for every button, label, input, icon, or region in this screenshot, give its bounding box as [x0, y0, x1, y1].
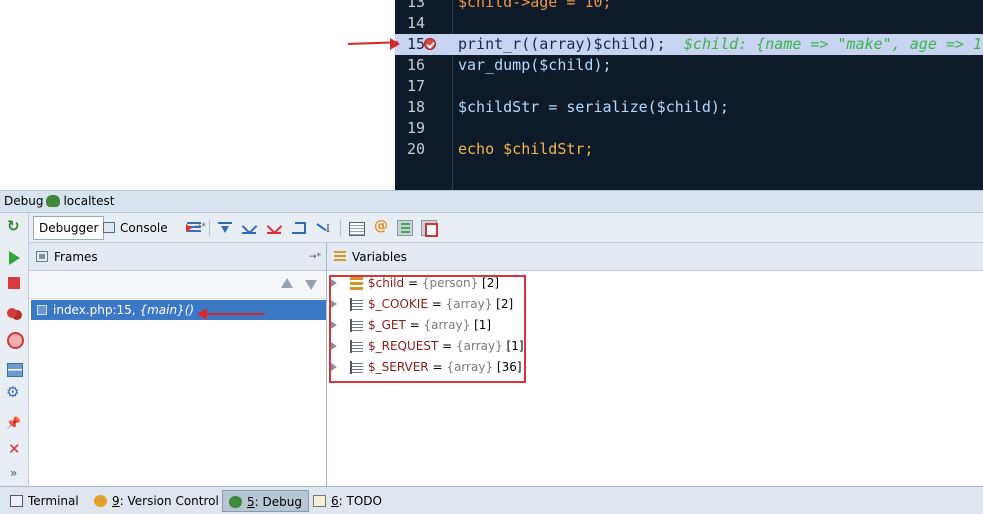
step-out-icon[interactable]	[291, 220, 307, 236]
code-text: echo $childStr;	[458, 140, 594, 158]
evaluate-expression-icon[interactable]	[348, 220, 365, 236]
run-to-cursor-icon[interactable]	[316, 220, 332, 236]
force-step-into-icon[interactable]	[266, 220, 282, 236]
pin-arrow-icon[interactable]: →*	[309, 243, 321, 271]
toolbar-separator	[209, 220, 210, 236]
ide-window: 13 $child->age = 10; 14 15 print_r((arra…	[0, 0, 983, 514]
watch-icon[interactable]	[373, 218, 389, 236]
settings-icon[interactable]	[6, 383, 23, 403]
code-text: var_dump($child);	[458, 56, 612, 74]
project-area	[0, 0, 395, 190]
rerun-icon[interactable]	[6, 217, 23, 236]
tab-mnemonic: 5	[247, 495, 255, 509]
annotation-arrow	[205, 313, 265, 315]
frame-location: index.php:15,	[53, 303, 136, 317]
tab-version-control-label: : Version Control	[119, 494, 219, 508]
view-breakpoints-icon[interactable]	[6, 305, 23, 322]
debugger-toolbar: Debugger Console →*	[29, 213, 983, 243]
pin-tab-icon[interactable]	[6, 416, 23, 435]
stop-icon[interactable]	[6, 275, 23, 292]
code-line-18[interactable]: 18 $childStr = serialize($child);	[395, 97, 983, 118]
code-line-19[interactable]: 19	[395, 118, 983, 139]
debug-bug-icon	[229, 496, 242, 508]
frames-title: Frames	[54, 250, 98, 264]
line-number: 17	[406, 77, 425, 95]
code-text: $childStr = serialize($child);	[458, 98, 729, 116]
code-text: print_r((array)$child);	[458, 35, 666, 53]
annotation-arrow-head	[390, 38, 400, 50]
variables-title: Variables	[352, 250, 407, 264]
todo-icon	[313, 495, 326, 507]
close-icon[interactable]	[6, 440, 23, 459]
frames-panel: Frames →* index.php:15, {main}()	[29, 243, 327, 486]
restore-layout-icon[interactable]	[6, 361, 23, 378]
line-number: 20	[406, 140, 425, 158]
variables-panel: Variables $child = {person} [2] $_COOKIE…	[327, 243, 983, 486]
variables-icon	[334, 251, 346, 262]
line-number: 19	[406, 119, 425, 137]
terminal-icon	[10, 495, 23, 507]
tool-window-bar: Terminal 9: Version Control 5: Debug 6: …	[0, 486, 983, 514]
debug-config-name: localtest	[63, 194, 115, 208]
frames-navigation-bar	[29, 271, 326, 299]
code-line-16[interactable]: 16 var_dump($child);	[395, 55, 983, 76]
toolbar-separator	[340, 220, 341, 236]
debug-title-label: Debug	[4, 194, 44, 208]
line-number: 14	[406, 14, 425, 32]
tab-version-control[interactable]: 9: Version Control	[88, 490, 225, 512]
php-debug-config-icon	[46, 195, 61, 207]
code-editor[interactable]: 13 $child->age = 10; 14 15 print_r((arra…	[395, 0, 983, 190]
inline-debug-value: $child: {name => "make", age => 1	[684, 35, 983, 53]
step-into-icon[interactable]	[241, 220, 257, 236]
frame-function: {main}()	[139, 303, 195, 317]
tab-terminal-label: Terminal	[28, 494, 79, 508]
code-text: $child->age = 10;	[458, 0, 612, 11]
tab-terminal[interactable]: Terminal	[4, 490, 85, 512]
tab-debug[interactable]: 5: Debug	[222, 490, 309, 512]
resume-program-icon[interactable]	[6, 249, 23, 266]
code-line-13[interactable]: 13 $child->age = 10;	[395, 0, 983, 13]
code-line-20[interactable]: 20 echo $childStr;	[395, 139, 983, 160]
frame-row-selected[interactable]: index.php:15, {main}()	[31, 300, 326, 320]
more-actions-icon[interactable]	[6, 466, 23, 486]
code-line-15-current[interactable]: 15 print_r((array)$child); $child: {name…	[395, 34, 983, 55]
tab-console-label: Console	[120, 221, 168, 235]
code-line-17[interactable]: 17	[395, 76, 983, 97]
show-execution-point-icon[interactable]	[186, 220, 202, 236]
annotation-arrow-head	[197, 308, 207, 320]
step-over-icon[interactable]	[217, 220, 233, 236]
code-line-14[interactable]: 14	[395, 13, 983, 34]
line-number: 15	[406, 35, 425, 53]
tab-debug-label: : Debug	[254, 495, 302, 509]
console-icon	[103, 222, 115, 233]
line-number: 16	[406, 56, 425, 74]
show-frames-icon[interactable]	[397, 220, 413, 236]
line-number: 18	[406, 98, 425, 116]
php-file-icon	[37, 305, 47, 315]
debug-side-toolbar	[0, 213, 29, 486]
variables-header: Variables	[327, 243, 983, 271]
tab-debugger[interactable]: Debugger	[33, 216, 105, 240]
tab-console[interactable]: Console	[97, 216, 174, 240]
frames-icon	[36, 251, 48, 262]
next-frame-icon[interactable]	[305, 280, 317, 290]
tab-todo[interactable]: 6: TODO	[307, 490, 388, 512]
mute-breakpoints-icon[interactable]	[6, 331, 24, 349]
line-number: 13	[406, 0, 425, 11]
breakpoint-icon[interactable]	[424, 38, 436, 50]
tab-todo-label: : TODO	[338, 494, 382, 508]
tab-mnemonic: 9	[112, 494, 120, 508]
restore-variables-icon[interactable]	[421, 220, 438, 237]
version-control-icon	[94, 495, 107, 507]
tab-mnemonic: 6	[331, 494, 339, 508]
frames-header: Frames →*	[29, 243, 326, 271]
annotation-highlight-box	[329, 275, 526, 383]
previous-frame-icon[interactable]	[281, 278, 293, 288]
debug-tool-window-title: Debug localtest	[0, 190, 983, 213]
